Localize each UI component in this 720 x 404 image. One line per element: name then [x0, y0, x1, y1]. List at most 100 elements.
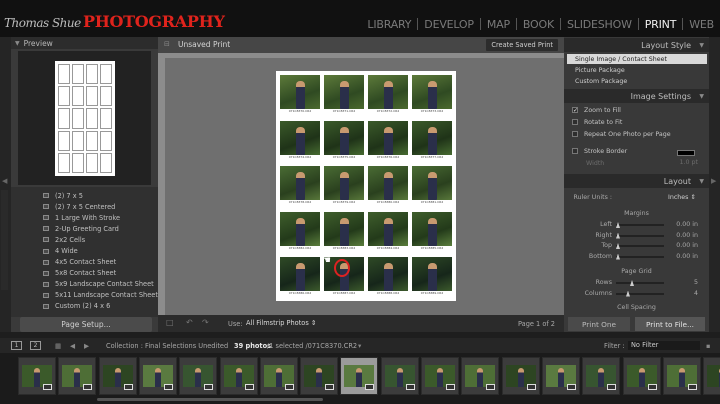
- margin-right-slider[interactable]: [616, 232, 664, 239]
- layout-header[interactable]: Layout ▼: [564, 174, 709, 188]
- print-cell[interactable]: 071C8384.CR2: [368, 211, 408, 250]
- print-to-file-button[interactable]: Print to File...: [635, 317, 705, 331]
- filmstrip-thumbnail[interactable]: [259, 357, 298, 395]
- margin-top-slider[interactable]: [616, 243, 664, 249]
- main-monitor-button[interactable]: 1: [11, 341, 22, 350]
- layout-style-picture-package[interactable]: Picture Package: [567, 65, 707, 75]
- print-cell[interactable]: 071C8385.CR2: [412, 211, 452, 250]
- filmstrip-thumbnail[interactable]: [179, 357, 218, 395]
- identity-plate[interactable]: Thomas Shue PHOTOGRAPHY: [4, 12, 225, 34]
- margin-bottom-slider[interactable]: [616, 253, 664, 260]
- forward-arrow-icon[interactable]: ▶: [84, 342, 89, 350]
- zoom-to-fill-checkbox[interactable]: ✓ Zoom to Fill: [572, 105, 621, 115]
- print-cell[interactable]: 071C8370.CR2: [280, 75, 320, 113]
- template-item[interactable]: 4x5 Contact Sheet: [11, 257, 158, 268]
- module-web[interactable]: WEB: [683, 18, 720, 31]
- filmstrip-thumbnail[interactable]: [541, 357, 580, 395]
- filmstrip-thumbnail[interactable]: [421, 357, 459, 395]
- margin-left-slider[interactable]: [616, 222, 664, 228]
- redo-icon[interactable]: ↷: [202, 318, 209, 327]
- margin-top-value[interactable]: 0.00 in: [668, 242, 698, 249]
- slider-knob[interactable]: [616, 232, 620, 239]
- slider-knob[interactable]: [616, 222, 620, 228]
- page-setup-button[interactable]: Page Setup...: [20, 317, 152, 332]
- image-settings-header[interactable]: Image Settings ▼: [564, 89, 709, 103]
- filmstrip-thumbnail[interactable]: [501, 357, 540, 395]
- module-map[interactable]: MAP: [481, 18, 516, 31]
- template-item[interactable]: (2) 7 x 5: [11, 190, 158, 201]
- repeat-one-photo-checkbox[interactable]: Repeat One Photo per Page: [572, 129, 671, 139]
- left-panel-scrollbar[interactable]: [1, 190, 8, 290]
- layout-style-single-image[interactable]: Single Image / Contact Sheet: [567, 54, 707, 64]
- module-develop[interactable]: DEVELOP: [418, 18, 480, 31]
- preview-header[interactable]: ▼ Preview: [11, 37, 158, 49]
- margin-left-value[interactable]: 0.00 in: [668, 221, 698, 228]
- slider-knob[interactable]: [616, 243, 620, 249]
- module-slideshow[interactable]: SLIDESHOW: [561, 18, 638, 31]
- print-one-button[interactable]: Print One: [568, 317, 630, 331]
- template-item[interactable]: 5x9 Landscape Contact Sheet: [11, 279, 158, 290]
- filter-lock-icon[interactable]: ▪: [706, 342, 710, 350]
- undo-icon[interactable]: ↶: [186, 318, 193, 327]
- print-cell[interactable]: 071C8376.CR2: [368, 120, 408, 159]
- back-arrow-icon[interactable]: ◀: [70, 342, 75, 350]
- print-cell[interactable]: 071C8372.CR2: [368, 75, 408, 113]
- module-print[interactable]: PRINT: [639, 18, 682, 31]
- grid-columns-value[interactable]: 4: [668, 290, 698, 297]
- print-cell[interactable]: 071C8381.CR2: [412, 166, 452, 204]
- template-item[interactable]: Custom (2) 4 x 6: [11, 301, 158, 312]
- template-item[interactable]: 2-Up Greeting Card: [11, 223, 158, 234]
- template-item[interactable]: (2) 7 x 5 Centered: [11, 201, 158, 212]
- grid-rows-value[interactable]: 5: [668, 279, 698, 286]
- filmstrip-thumbnail[interactable]: [461, 357, 500, 395]
- rotate-to-fit-checkbox[interactable]: Rotate to Fit: [572, 117, 622, 127]
- print-cell[interactable]: 071C8371.CR2: [324, 75, 364, 113]
- filmstrip-thumbnail[interactable]: [340, 357, 379, 395]
- stroke-border-checkbox[interactable]: Stroke Border: [572, 146, 627, 156]
- print-cell[interactable]: 071C8373.CR2: [412, 75, 452, 113]
- filmstrip-thumbnail[interactable]: [582, 357, 621, 395]
- filmstrip-thumbnail[interactable]: [58, 357, 97, 395]
- right-panel-toggle[interactable]: ▶: [709, 37, 720, 332]
- create-saved-print-button[interactable]: Create Saved Print: [486, 39, 558, 51]
- filmstrip-scrollbar[interactable]: [97, 398, 323, 401]
- slider-knob[interactable]: [616, 253, 620, 260]
- print-cell[interactable]: 071C8388.CR2: [368, 257, 408, 295]
- print-cell[interactable]: 071C8380.CR2: [368, 166, 408, 204]
- template-item[interactable]: 1 Large With Stroke: [11, 212, 158, 223]
- filmstrip-thumbnail[interactable]: [98, 357, 137, 395]
- layout-style-header[interactable]: Layout Style ▼: [564, 38, 709, 52]
- print-cell[interactable]: 071C8375.CR2: [324, 120, 364, 159]
- filmstrip-thumbnail[interactable]: [219, 357, 258, 395]
- filmstrip-thumbnail[interactable]: [138, 357, 177, 395]
- print-cell[interactable]: 071C8386.CR2: [280, 257, 320, 295]
- print-cell[interactable]: 071C8389.CR2: [412, 257, 452, 295]
- template-item[interactable]: 2x2 Cells: [11, 234, 158, 245]
- filmstrip-thumbnail[interactable]: [703, 357, 720, 395]
- template-item[interactable]: 5x8 Contact Sheet: [11, 268, 158, 279]
- print-cell[interactable]: 071C8374.CR2: [280, 120, 320, 159]
- second-monitor-button[interactable]: 2: [30, 341, 41, 350]
- ruler-units-select[interactable]: Inches ⇕: [668, 194, 696, 201]
- filmstrip-thumbnail[interactable]: [662, 357, 701, 395]
- print-cell[interactable]: 071C8383.CR2: [324, 211, 364, 250]
- panel-toggle-icon[interactable]: ⊟: [164, 40, 170, 48]
- module-library[interactable]: LIBRARY: [361, 18, 417, 31]
- source-dropdown-icon[interactable]: ▾: [358, 342, 361, 350]
- slider-knob[interactable]: [626, 290, 630, 297]
- use-select[interactable]: All Filmstrip Photos ⇕: [246, 319, 316, 327]
- slider-knob[interactable]: [630, 280, 634, 286]
- square-view-icon[interactable]: □: [166, 318, 174, 327]
- filmstrip-thumbnail[interactable]: [622, 357, 661, 395]
- filter-select[interactable]: No Filter: [628, 341, 700, 350]
- grid-view-icon[interactable]: ▦: [55, 342, 61, 350]
- margin-right-value[interactable]: 0.00 in: [668, 232, 698, 239]
- grid-columns-slider[interactable]: [616, 290, 664, 297]
- margin-bottom-value[interactable]: 0.00 in: [668, 253, 698, 260]
- print-cell[interactable]: 071C8377.CR2: [412, 120, 452, 159]
- collection-source[interactable]: Collection : Final Selections Unedited: [106, 342, 228, 350]
- grid-rows-slider[interactable]: [616, 280, 664, 286]
- print-cell[interactable]: 071C8378.CR2: [280, 166, 320, 204]
- module-book[interactable]: BOOK: [517, 18, 560, 31]
- print-cell[interactable]: 071C8379.CR2: [324, 166, 364, 204]
